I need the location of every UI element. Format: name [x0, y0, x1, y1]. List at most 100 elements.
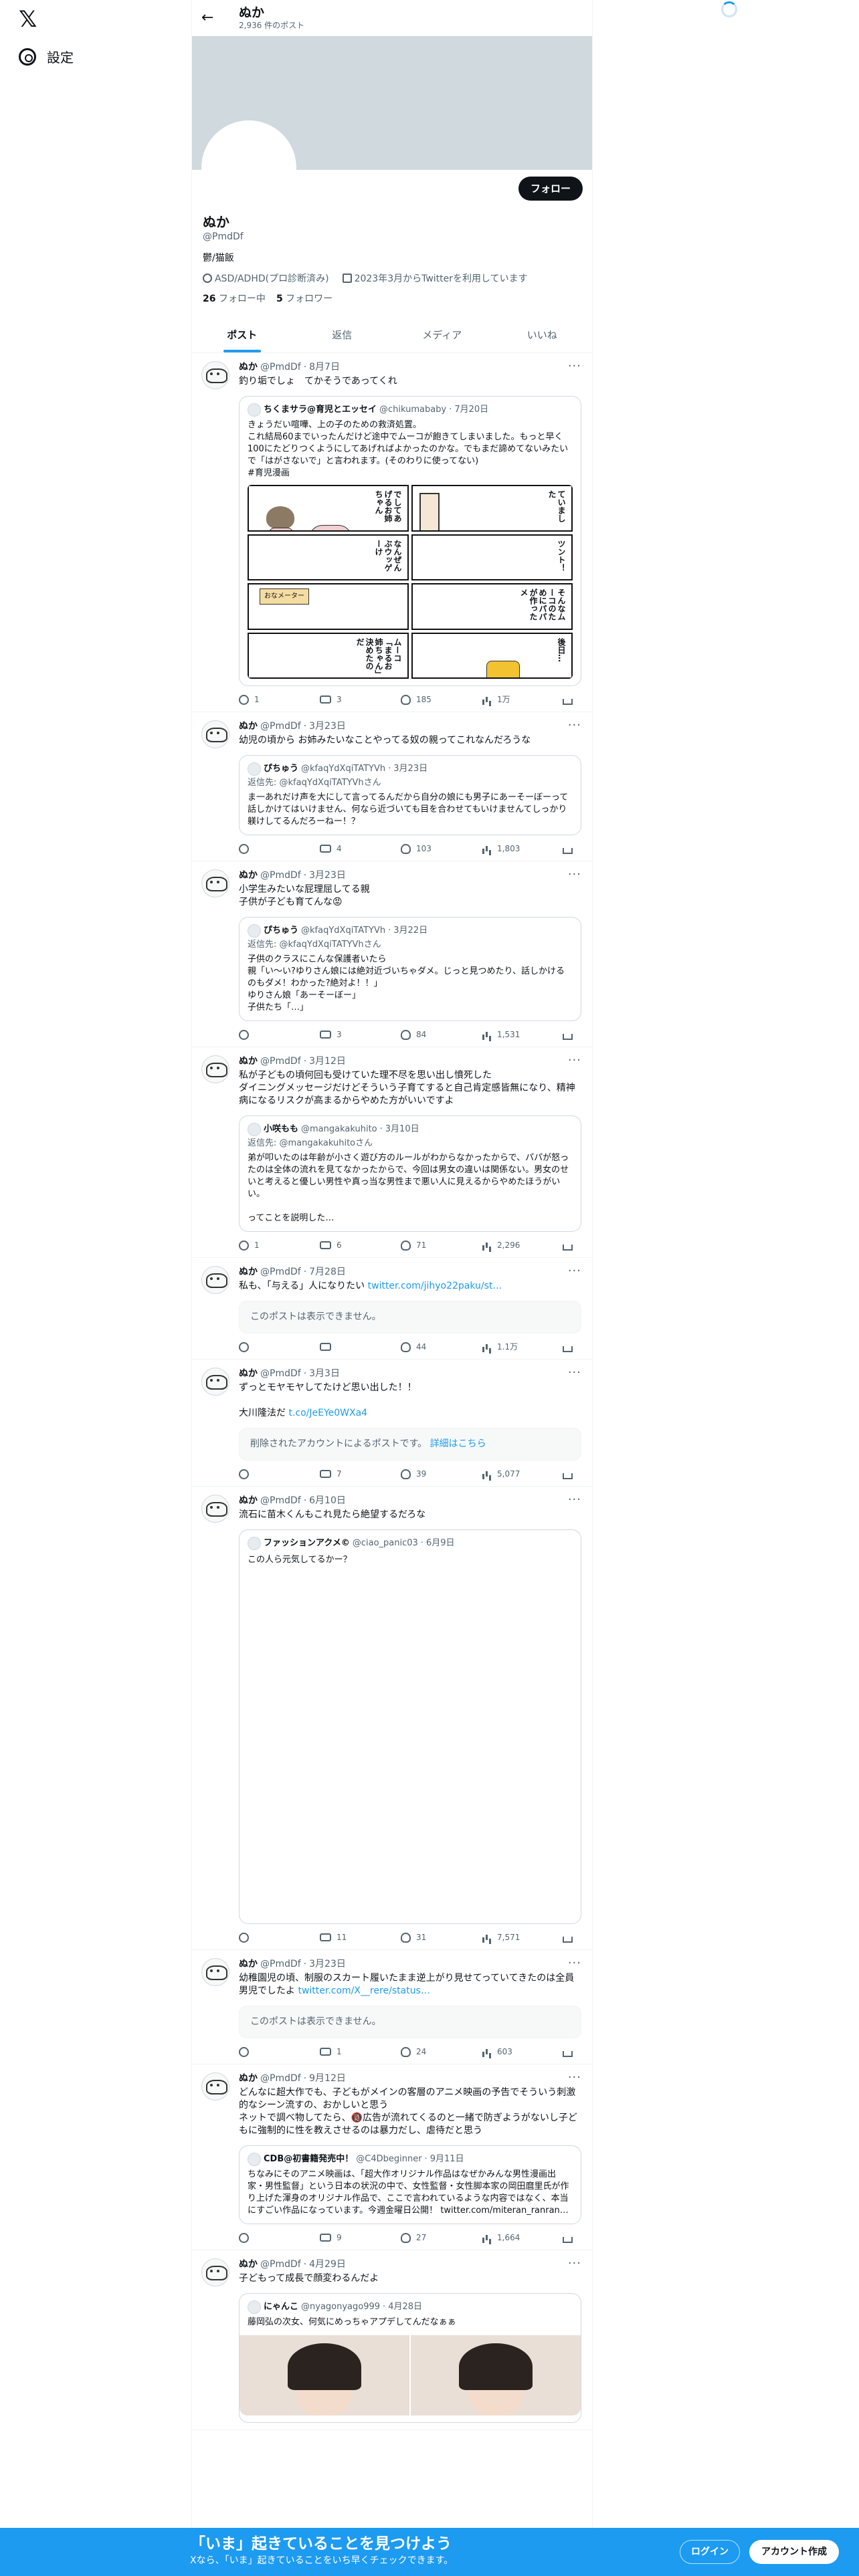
- reply-button[interactable]: 1: [239, 694, 279, 705]
- more-icon[interactable]: ···: [568, 868, 581, 881]
- share-button[interactable]: [563, 1341, 576, 1352]
- like-button[interactable]: 31: [401, 1932, 441, 1943]
- x-logo-icon[interactable]: 𝕏: [19, 8, 41, 31]
- tweet-date[interactable]: 6月10日: [309, 1495, 346, 1507]
- tweet[interactable]: ··· ぬか @PmdDf · 3月23日 幼児の頃から お姉みたいなことやってる奴の親っ…: [192, 712, 592, 861]
- tweet-author-handle[interactable]: @PmdDf: [260, 361, 301, 374]
- view-button[interactable]: 1万: [482, 694, 522, 705]
- more-icon[interactable]: ···: [568, 1054, 581, 1067]
- retweet-button[interactable]: 1: [320, 2046, 360, 2057]
- tab-posts[interactable]: ポスト: [192, 317, 292, 352]
- share-button[interactable]: [563, 694, 576, 705]
- tweet[interactable]: ··· ぬか @PmdDf · 3月23日 小学生みたいな屁理屈してる親 子供が子ども育て…: [192, 861, 592, 1047]
- tweet-author-handle[interactable]: @PmdDf: [260, 869, 301, 882]
- reply-button[interactable]: 1: [239, 1240, 279, 1251]
- profile-banner[interactable]: [192, 36, 592, 215]
- tweet-date[interactable]: 3月23日: [309, 1958, 346, 1971]
- tweet-link[interactable]: twitter.com/X__rere/status…: [298, 1985, 430, 1996]
- tweet[interactable]: ··· ぬか @PmdDf · 3月3日 ずっとモヤモヤしてたけど思い出した！！ 大川隆法…: [192, 1360, 592, 1487]
- tweet-link[interactable]: t.co/JeEYe0WXa4: [288, 1408, 367, 1418]
- tweet-avatar[interactable]: [201, 1495, 229, 1523]
- tweet-avatar[interactable]: [201, 1055, 229, 1083]
- like-button[interactable]: 185: [401, 694, 441, 705]
- tweet-date[interactable]: 3月23日: [309, 720, 346, 733]
- more-icon[interactable]: ···: [568, 2257, 581, 2270]
- followers-link[interactable]: 5 フォロワー: [276, 292, 332, 305]
- share-button[interactable]: [563, 1240, 576, 1251]
- share-button[interactable]: [563, 1029, 576, 1040]
- tweet-author-handle[interactable]: @PmdDf: [260, 2258, 301, 2271]
- like-button[interactable]: 27: [401, 2232, 441, 2243]
- more-icon[interactable]: ···: [568, 360, 581, 372]
- tweet-avatar[interactable]: [201, 720, 229, 748]
- reply-button[interactable]: [239, 843, 279, 854]
- like-button[interactable]: 24: [401, 2046, 441, 2057]
- back-arrow-icon[interactable]: ←: [201, 11, 216, 25]
- tweet-author-name[interactable]: ぬか: [239, 1495, 258, 1507]
- tweet-date[interactable]: 9月12日: [309, 2072, 346, 2085]
- retweet-button[interactable]: 11: [320, 1932, 360, 1943]
- tweet-author-handle[interactable]: @PmdDf: [260, 1368, 301, 1380]
- quoted-photo[interactable]: [240, 2335, 581, 2416]
- like-button[interactable]: 39: [401, 1469, 441, 1479]
- reply-button[interactable]: [239, 1341, 279, 1352]
- tweet-date[interactable]: 3月12日: [309, 1055, 346, 1068]
- share-button[interactable]: [563, 2232, 576, 2243]
- reply-button[interactable]: [239, 1932, 279, 1943]
- tweet-author-name[interactable]: ぬか: [239, 1958, 258, 1971]
- view-button[interactable]: 1,664: [482, 2232, 522, 2243]
- tab-media[interactable]: メディア: [392, 317, 492, 352]
- like-button[interactable]: 103: [401, 843, 441, 854]
- learn-more-link[interactable]: 詳細はこちら: [430, 1438, 486, 1449]
- tweet-author-name[interactable]: ぬか: [239, 1368, 258, 1380]
- tweet-author-name[interactable]: ぬか: [239, 720, 258, 733]
- quoted-tweet[interactable]: にゃんこ @nyagonyago999 · 4月28日 藤岡弘の次女、何気にめっちゃアプ…: [239, 2293, 581, 2423]
- tweet-author-handle[interactable]: @PmdDf: [260, 1958, 301, 1971]
- more-icon[interactable]: ···: [568, 1957, 581, 1969]
- tweet-author-handle[interactable]: @PmdDf: [260, 1495, 301, 1507]
- reply-button[interactable]: [239, 1469, 279, 1479]
- share-button[interactable]: [563, 1932, 576, 1943]
- tweet-author-handle[interactable]: @PmdDf: [260, 1055, 301, 1068]
- more-icon[interactable]: ···: [568, 1265, 581, 1277]
- tweet-avatar[interactable]: [201, 2258, 229, 2286]
- tweet-author-name[interactable]: ぬか: [239, 361, 258, 374]
- tweet[interactable]: ··· ぬか @PmdDf · 3月12日 私が子どもの頃何回も受けていた理不尽を思い出し…: [192, 1047, 592, 1258]
- retweet-button[interactable]: 3: [320, 1029, 360, 1040]
- tweet[interactable]: ··· ぬか @PmdDf · 4月29日 子どもって成長で顔変わるんだよ にゃんこ @nya…: [192, 2250, 592, 2430]
- more-icon[interactable]: ···: [568, 2071, 581, 2084]
- login-button[interactable]: ログイン: [680, 2540, 740, 2564]
- tweet-author-name[interactable]: ぬか: [239, 1055, 258, 1068]
- nav-settings[interactable]: 設定: [19, 47, 74, 66]
- tweet-link[interactable]: twitter.com/jihyo22paku/st…: [368, 1281, 502, 1291]
- view-button[interactable]: 7,571: [482, 1932, 522, 1943]
- tweet-date[interactable]: 3月23日: [309, 869, 346, 882]
- tweet-date[interactable]: 8月7日: [309, 361, 340, 374]
- quoted-tweet[interactable]: 小咲もも @mangakakuhito · 3月10日 返信先: @mangakakuh…: [239, 1115, 581, 1232]
- quoted-tweet[interactable]: ぴちゅう @kfaqYdXqiTATYVh · 3月22日 返信先: @kfaqYdXq…: [239, 917, 581, 1021]
- tweet[interactable]: ··· ぬか @PmdDf · 8月7日 釣り垢でしょ てかそうであってくれ ちくまサラ@育…: [192, 353, 592, 712]
- view-button[interactable]: 1,803: [482, 843, 522, 854]
- like-button[interactable]: 71: [401, 1240, 441, 1251]
- reply-button[interactable]: [239, 2232, 279, 2243]
- view-button[interactable]: 603: [482, 2046, 522, 2057]
- signup-button[interactable]: アカウント作成: [749, 2540, 839, 2564]
- share-button[interactable]: [563, 2046, 576, 2057]
- view-button[interactable]: 1.1万: [482, 1341, 522, 1352]
- retweet-button[interactable]: [320, 1341, 360, 1352]
- more-icon[interactable]: ···: [568, 719, 581, 732]
- tab-likes[interactable]: いいね: [492, 317, 593, 352]
- quoted-tweet[interactable]: ぴちゅう @kfaqYdXqiTATYVh · 3月23日 返信先: @kfaqYdXq…: [239, 755, 581, 835]
- view-button[interactable]: 1,531: [482, 1029, 522, 1040]
- follow-button[interactable]: フォロー: [518, 177, 583, 201]
- following-link[interactable]: 26 フォロー中: [203, 292, 266, 305]
- tweet-date[interactable]: 3月3日: [309, 1368, 340, 1380]
- retweet-button[interactable]: 4: [320, 843, 360, 854]
- quoted-tweet[interactable]: ファッションアクメ© @ciao_panic03 · 6月9日 この人ら元気してるかー？: [239, 1529, 581, 1924]
- tweet-avatar[interactable]: [201, 2072, 229, 2101]
- tweet-author-name[interactable]: ぬか: [239, 1266, 258, 1279]
- tweet[interactable]: ··· ぬか @PmdDf · 9月12日 どんなに超大作でも、子どもがメインの客層のアニ…: [192, 2064, 592, 2250]
- view-button[interactable]: 2,296: [482, 1240, 522, 1251]
- tweet-date[interactable]: 4月29日: [309, 2258, 346, 2271]
- like-button[interactable]: 44: [401, 1341, 441, 1352]
